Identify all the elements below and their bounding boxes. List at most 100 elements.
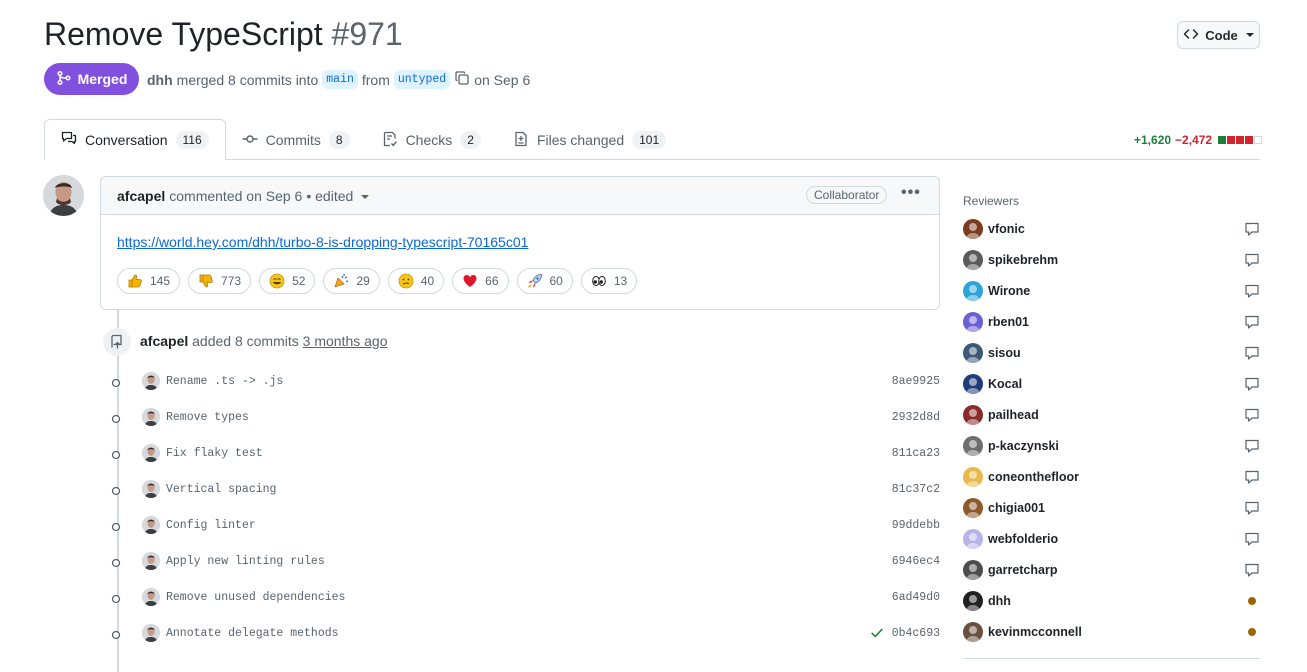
commit-author-avatar[interactable]	[142, 408, 160, 426]
commit-message[interactable]: Annotate delegate methods	[166, 627, 339, 640]
comment-icon[interactable]	[1244, 438, 1260, 454]
comment-author[interactable]: afcapel	[117, 188, 165, 204]
check-icon[interactable]	[870, 626, 884, 643]
reviewer-avatar[interactable]	[963, 529, 983, 549]
commit-author-avatar[interactable]	[142, 588, 160, 606]
reviewer-avatar[interactable]	[963, 281, 983, 301]
commit-sha[interactable]: 6946ec4	[892, 555, 940, 568]
commit-author-avatar[interactable]	[142, 516, 160, 534]
tab-counter: 101	[632, 131, 667, 149]
commit-message[interactable]: Rename .ts -> .js	[166, 375, 283, 388]
tab-counter: 2	[460, 131, 481, 149]
reviewer-name[interactable]: kevinmcconnell	[988, 625, 1244, 639]
comment-icon[interactable]	[1244, 345, 1260, 361]
commit-message[interactable]: Fix flaky test	[166, 447, 263, 460]
reaction-thumbs-up[interactable]: 145	[117, 268, 181, 294]
reviewer-name[interactable]: webfolderio	[988, 532, 1244, 546]
commit-sha[interactable]: 6ad49d0	[892, 591, 940, 604]
commit-author-avatar[interactable]	[142, 480, 160, 498]
comment-icon[interactable]	[1244, 562, 1260, 578]
reviewer-row: kevinmcconnell	[963, 621, 1260, 643]
reaction-eyes[interactable]: 13	[580, 268, 638, 294]
commit-sha[interactable]: 0b4c693	[892, 627, 940, 640]
commit-author-avatar[interactable]	[142, 552, 160, 570]
tab-checks[interactable]: Checks 2	[366, 120, 497, 160]
commit-message[interactable]: Config linter	[166, 519, 256, 532]
reviewer-avatar[interactable]	[963, 405, 983, 425]
reviewer-avatar[interactable]	[963, 560, 983, 580]
reviewer-avatar[interactable]	[963, 467, 983, 487]
reviewer-name[interactable]: coneonthefloor	[988, 470, 1244, 484]
comment-icon[interactable]	[1244, 531, 1260, 547]
push-time[interactable]: 3 months ago	[303, 333, 388, 349]
reviewer-name[interactable]: garretcharp	[988, 563, 1244, 577]
copy-icon[interactable]	[454, 70, 470, 89]
commit-message[interactable]: Remove unused dependencies	[166, 591, 345, 604]
reviewers-heading[interactable]: Reviewers	[963, 194, 1019, 208]
diffstat[interactable]: +1,620 −2,472	[1134, 133, 1263, 147]
reviewer-avatar[interactable]	[963, 591, 983, 611]
reviewer-name[interactable]: Kocal	[988, 377, 1244, 391]
commit-author-avatar[interactable]	[142, 624, 160, 642]
commit-sha[interactable]: 8ae9925	[892, 375, 940, 388]
reviewer-name[interactable]: rben01	[988, 315, 1244, 329]
tab-commits[interactable]: Commits 8	[226, 120, 366, 160]
reviewer-name[interactable]: p-kaczynski	[988, 439, 1244, 453]
reviewer-avatar[interactable]	[963, 250, 983, 270]
reviewer-name[interactable]: vfonic	[988, 222, 1244, 236]
comment-icon[interactable]	[1244, 283, 1260, 299]
commit-message[interactable]: Remove types	[166, 411, 249, 424]
commit-author-avatar[interactable]	[142, 444, 160, 462]
comment-link[interactable]: https://world.hey.com/dhh/turbo-8-is-dro…	[117, 234, 528, 250]
tab-files-changed[interactable]: Files changed 101	[497, 120, 682, 160]
comment-icon[interactable]	[1244, 314, 1260, 330]
reviewer-avatar[interactable]	[963, 374, 983, 394]
reviewer-avatar[interactable]	[963, 343, 983, 363]
chevron-down-icon[interactable]	[361, 195, 370, 199]
commit-author-avatar[interactable]	[142, 372, 160, 390]
reviewer-avatar[interactable]	[963, 498, 983, 518]
comment-icon[interactable]	[1244, 500, 1260, 516]
reviewer-name[interactable]: chigia001	[988, 501, 1244, 515]
reviewer-avatar[interactable]	[963, 219, 983, 239]
comment-icon[interactable]	[1244, 469, 1260, 485]
comment-icon[interactable]	[1244, 221, 1260, 237]
kebab-horizontal-icon[interactable]: •••	[901, 184, 921, 202]
diffstat-block-add	[1218, 136, 1227, 144]
reaction-hooray[interactable]: 29	[323, 268, 380, 294]
file-diff-icon	[513, 131, 529, 150]
commit-sha[interactable]: 811ca23	[892, 447, 940, 460]
commit-sha[interactable]: 2932d8d	[892, 411, 940, 424]
comment-edited[interactable]: • edited	[306, 188, 353, 204]
reaction-confused[interactable]: 40	[387, 268, 445, 294]
head-branch[interactable]: untyped	[393, 70, 451, 89]
tab-conversation[interactable]: Conversation 116	[44, 119, 226, 160]
base-branch[interactable]: main	[322, 70, 358, 89]
reaction-laugh[interactable]: 52	[259, 268, 316, 294]
commit-sha[interactable]: 81c37c2	[892, 483, 940, 496]
commit-sha[interactable]: 99ddebb	[892, 519, 940, 532]
reaction-rocket[interactable]: 60	[516, 268, 573, 294]
reviewer-avatar[interactable]	[963, 622, 983, 642]
reviewer-name[interactable]: Wirone	[988, 284, 1244, 298]
commit-message[interactable]: Apply new linting rules	[166, 555, 325, 568]
reviewer-name[interactable]: dhh	[988, 594, 1244, 608]
comment-author-avatar[interactable]	[43, 175, 84, 216]
pr-author-link[interactable]: dhh	[147, 72, 173, 88]
code-button[interactable]: Code	[1177, 21, 1260, 49]
reaction-heart[interactable]: 66	[452, 268, 509, 294]
commit-message[interactable]: Vertical spacing	[166, 483, 276, 496]
comment-action[interactable]: commented on Sep 6	[169, 188, 302, 204]
reviewer-row: dhh	[963, 590, 1260, 612]
comment-icon[interactable]	[1244, 407, 1260, 423]
reviewer-name[interactable]: sisou	[988, 346, 1244, 360]
reviewer-avatar[interactable]	[963, 312, 983, 332]
comment-icon[interactable]	[1244, 252, 1260, 268]
reviewer-avatar[interactable]	[963, 436, 983, 456]
reviewer-name[interactable]: pailhead	[988, 408, 1244, 422]
reviewer-name[interactable]: spikebrehm	[988, 253, 1244, 267]
git-commit-icon	[110, 556, 122, 568]
reaction-thumbs-down[interactable]: 773	[188, 268, 252, 294]
comment-icon[interactable]	[1244, 376, 1260, 392]
push-author[interactable]: afcapel	[140, 333, 188, 349]
